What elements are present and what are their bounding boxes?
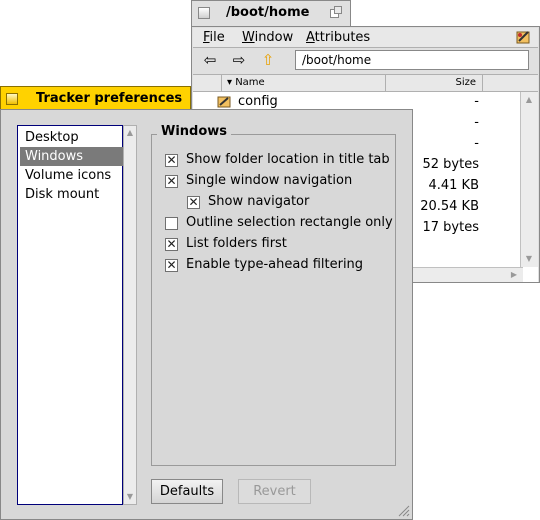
category-item-windows[interactable]: Windows	[20, 147, 123, 166]
tracker-preferences-window: Tracker preferences Desktop Windows Volu…	[0, 86, 413, 520]
navigation-toolbar: ⇦ ⇨ ⇧ /boot/home	[193, 48, 538, 74]
path-field[interactable]: /boot/home	[295, 50, 529, 70]
label-type-ahead-filtering: Enable type-ahead filtering	[186, 257, 364, 272]
preferences-frame: Desktop Windows Volume icons Disk mount …	[0, 109, 413, 520]
category-item-disk-mount[interactable]: Disk mount	[20, 185, 123, 204]
up-arrow-icon[interactable]: ⇧	[259, 51, 277, 69]
scroll-right-arrow-icon[interactable]: ▶	[507, 269, 521, 281]
checkbox-show-navigator[interactable]: ✕	[187, 196, 200, 209]
close-button[interactable]	[6, 93, 18, 105]
revert-button[interactable]: Revert	[238, 479, 311, 504]
preferences-title-tab[interactable]: Tracker preferences	[0, 86, 191, 110]
zoom-button[interactable]	[330, 6, 343, 19]
checkbox-single-window-navigation[interactable]: ✕	[165, 175, 178, 188]
scroll-down-arrow-icon[interactable]: ▼	[522, 253, 536, 265]
category-item-desktop[interactable]: Desktop	[20, 128, 123, 147]
preferences-title: Tracker preferences	[36, 91, 183, 106]
label-single-window-navigation: Single window navigation	[186, 173, 353, 188]
forward-arrow-icon[interactable]: ⇨	[230, 51, 248, 69]
group-title: Windows	[157, 124, 232, 139]
menu-attributes-rest: ttributes	[314, 30, 371, 45]
scroll-down-arrow-icon[interactable]: ▼	[124, 491, 136, 503]
menu-file-rest: ile	[209, 30, 225, 45]
category-scrollbar[interactable]: ▲ ▼	[123, 125, 137, 505]
checkbox-show-folder-location[interactable]: ✕	[165, 154, 178, 167]
tracker-menu-icon[interactable]	[515, 29, 532, 46]
back-arrow-icon[interactable]: ⇦	[201, 51, 219, 69]
checkbox-outline-selection[interactable]	[165, 217, 178, 230]
checkbox-list-folders-first[interactable]: ✕	[165, 238, 178, 251]
browser-title: /boot/home	[226, 5, 310, 20]
menu-window-rest: indow	[254, 30, 294, 45]
label-outline-selection: Outline selection rectangle only	[186, 215, 393, 230]
label-show-navigator: Show navigator	[208, 194, 310, 209]
menu-bar: File Window Attributes	[193, 28, 538, 48]
category-item-volume-icons[interactable]: Volume icons	[20, 166, 123, 185]
category-list: Desktop Windows Volume icons Disk mount	[17, 125, 123, 505]
scroll-up-arrow-icon[interactable]: ▲	[124, 127, 136, 139]
browser-title-tab[interactable]: /boot/home	[191, 0, 351, 26]
browser-vertical-scrollbar[interactable]: ▲ ▼	[520, 92, 538, 267]
menu-window[interactable]: Window	[242, 30, 293, 45]
resize-handle-icon[interactable]	[398, 505, 410, 517]
close-button[interactable]	[198, 7, 210, 19]
menu-file[interactable]: File	[203, 30, 225, 45]
menu-attributes[interactable]: Attributes	[306, 30, 370, 45]
label-list-folders-first: List folders first	[186, 236, 287, 251]
scroll-up-arrow-icon[interactable]: ▲	[522, 94, 536, 106]
defaults-button[interactable]: Defaults	[151, 479, 223, 504]
label-show-folder-location: Show folder location in title tab	[186, 152, 390, 167]
checkbox-type-ahead-filtering[interactable]: ✕	[165, 259, 178, 272]
zoom-icon-back	[334, 6, 342, 14]
